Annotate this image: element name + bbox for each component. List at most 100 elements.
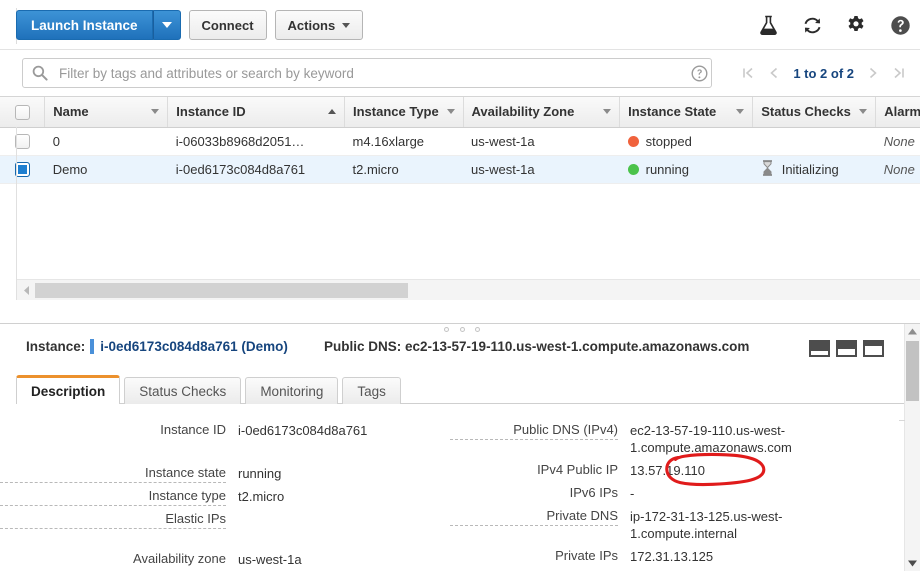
- filter-help-icon[interactable]: [686, 58, 712, 88]
- cell-instance-type: m4.16xlarge: [344, 127, 464, 156]
- row-select-cell[interactable]: [0, 127, 45, 156]
- alarm-status-value: None: [883, 133, 915, 149]
- column-header-availability-zone-label: Availability Zone: [471, 104, 575, 120]
- horizontal-scrollbar-track[interactable]: [35, 281, 920, 300]
- detail-column-left: Instance ID i-0ed6173c084d8a761 Instance…: [0, 418, 450, 570]
- refresh-icon[interactable]: [800, 12, 824, 38]
- row-checkbox[interactable]: [14, 134, 30, 150]
- column-header-instance-state[interactable]: Instance State: [619, 97, 753, 128]
- detail-field: Availability zone us-west-1a: [0, 547, 450, 570]
- cell-instance-id: i-06033b8968d2051…: [167, 127, 345, 156]
- panel-size-large-icon[interactable]: [863, 340, 884, 357]
- page-prev-icon[interactable]: [761, 60, 787, 86]
- instances-table-region: Name Instance ID Instance Type Availabil…: [0, 96, 920, 300]
- field-label-elastic-ips[interactable]: Elastic IPs: [0, 507, 226, 529]
- field-label-instance-type[interactable]: Instance type: [0, 484, 226, 506]
- field-label-instance-id: Instance ID: [160, 422, 226, 437]
- detail-instance-id[interactable]: i-0ed6173c084d8a761 (Demo): [100, 339, 288, 354]
- cell-availability-zone: us-west-1a: [463, 155, 620, 184]
- cell-status-checks: [752, 127, 876, 156]
- panel-size-small-icon[interactable]: [809, 340, 830, 357]
- panel-size-medium-icon[interactable]: [836, 340, 857, 357]
- detail-field: Private IPs 172.31.13.125: [450, 544, 900, 567]
- scroll-up-icon[interactable]: [905, 324, 920, 339]
- field-value-public-dns: ec2-13-57-19-110.us-west-1.compute.amazo…: [630, 423, 792, 455]
- detail-tabs: Description Status Checks Monitoring Tag…: [16, 375, 401, 404]
- grip-dot: [459, 326, 465, 332]
- cell-instance-state: stopped: [619, 127, 753, 156]
- field-value-instance-type: t2.micro: [238, 489, 285, 504]
- scroll-left-icon[interactable]: [17, 281, 35, 300]
- table-header-row: Name Instance ID Instance Type Availabil…: [0, 97, 920, 128]
- connect-button[interactable]: Connect: [188, 10, 267, 40]
- filter-input-wrapper[interactable]: [22, 58, 712, 88]
- detail-public-dns-heading: Public DNS: ec2-13-57-19-110.us-west-1.c…: [324, 339, 750, 354]
- panel-resize-handle[interactable]: [444, 325, 480, 333]
- flask-icon[interactable]: [756, 12, 780, 38]
- row-select-cell[interactable]: [0, 155, 45, 184]
- help-icon[interactable]: [888, 12, 912, 38]
- column-header-status-checks[interactable]: Status Checks: [752, 97, 876, 128]
- state-label: stopped: [645, 133, 692, 149]
- table-left-border: [16, 97, 17, 300]
- column-header-name[interactable]: Name: [44, 97, 168, 128]
- select-all-checkbox[interactable]: [14, 104, 30, 120]
- column-header-availability-zone[interactable]: Availability Zone: [462, 97, 620, 128]
- tab-tags[interactable]: Tags: [342, 377, 401, 404]
- column-header-status-checks-label: Status Checks: [761, 104, 851, 120]
- cell-instance-id: i-0ed6173c084d8a761: [167, 155, 345, 184]
- column-header-instance-id[interactable]: Instance ID: [167, 97, 345, 128]
- table-row[interactable]: Demo i-0ed6173c084d8a761 t2.micro us-wes…: [0, 155, 920, 184]
- tab-description[interactable]: Description: [16, 375, 121, 404]
- field-value-private-ips: 172.31.13.125: [630, 549, 714, 564]
- panel-size-controls: [809, 340, 884, 357]
- field-value-availability-zone: us-west-1a: [238, 552, 302, 567]
- cell-instance-type: t2.micro: [344, 155, 464, 184]
- field-label-private-dns[interactable]: Private DNS: [450, 504, 618, 526]
- page-last-icon[interactable]: [886, 60, 912, 86]
- field-label-public-dns[interactable]: Public DNS (IPv4): [450, 418, 618, 440]
- cell-name: Demo: [44, 155, 168, 184]
- detail-field: Private DNS ip-172-31-13-125.us-west-1.c…: [450, 504, 900, 544]
- detail-instance-prefix: Instance:: [26, 339, 86, 354]
- field-label-instance-state[interactable]: Instance state: [0, 461, 226, 483]
- launch-instance-dropdown-button[interactable]: [152, 10, 181, 40]
- horizontal-scrollbar[interactable]: [17, 279, 920, 300]
- detail-field: Instance state running: [0, 461, 450, 484]
- cell-alarm-status: None: [875, 155, 920, 184]
- column-header-alarm-status[interactable]: Alarm Status: [875, 97, 920, 128]
- instance-color-marker: [90, 339, 95, 354]
- gear-icon[interactable]: [844, 12, 868, 38]
- state-label: running: [645, 161, 689, 177]
- select-all-header[interactable]: [0, 97, 45, 128]
- search-input[interactable]: [57, 60, 711, 86]
- field-value-ipv4-public-ip: 13.57.19.110: [630, 463, 705, 478]
- tab-monitoring[interactable]: Monitoring: [245, 377, 339, 404]
- detail-instance-heading: Instance: i-0ed6173c084d8a761 (Demo): [26, 339, 288, 354]
- detail-field: IPv4 Public IP 13.57.19.110: [450, 458, 900, 481]
- table-row[interactable]: 0 i-06033b8968d2051… m4.16xlarge us-west…: [0, 127, 920, 156]
- detail-column-right: Public DNS (IPv4) ec2-13-57-19-110.us-we…: [450, 418, 900, 567]
- cell-availability-zone: us-west-1a: [463, 127, 620, 156]
- actions-button[interactable]: Actions: [274, 10, 364, 40]
- field-label-private-ips: Private IPs: [555, 548, 618, 563]
- detail-field: Public DNS (IPv4) ec2-13-57-19-110.us-we…: [450, 418, 900, 458]
- grip-dot: [475, 326, 480, 332]
- pagination-label: 1 to 2 of 2: [793, 65, 854, 81]
- launch-instance-button[interactable]: Launch Instance: [16, 10, 153, 40]
- field-label-ipv4-public-ip: IPv4 Public IP: [537, 462, 618, 477]
- vertical-scrollbar-thumb[interactable]: [906, 341, 919, 401]
- scroll-down-icon[interactable]: [905, 556, 920, 571]
- field-value-private-dns: ip-172-31-13-125.us-west-1.compute.inter…: [630, 509, 783, 541]
- detail-vertical-scrollbar[interactable]: [899, 324, 920, 571]
- column-header-instance-type[interactable]: Instance Type: [343, 97, 464, 128]
- column-header-instance-id-label: Instance ID: [176, 104, 246, 120]
- row-checkbox[interactable]: [14, 162, 30, 178]
- field-value-instance-id: i-0ed6173c084d8a761: [238, 423, 368, 438]
- horizontal-scrollbar-thumb[interactable]: [35, 282, 408, 298]
- page-first-icon[interactable]: [735, 60, 761, 86]
- page-next-icon[interactable]: [860, 60, 886, 86]
- tab-status-checks[interactable]: Status Checks: [124, 377, 242, 404]
- actions-button-label: Actions: [287, 17, 336, 33]
- pagination: 1 to 2 of 2: [735, 60, 912, 86]
